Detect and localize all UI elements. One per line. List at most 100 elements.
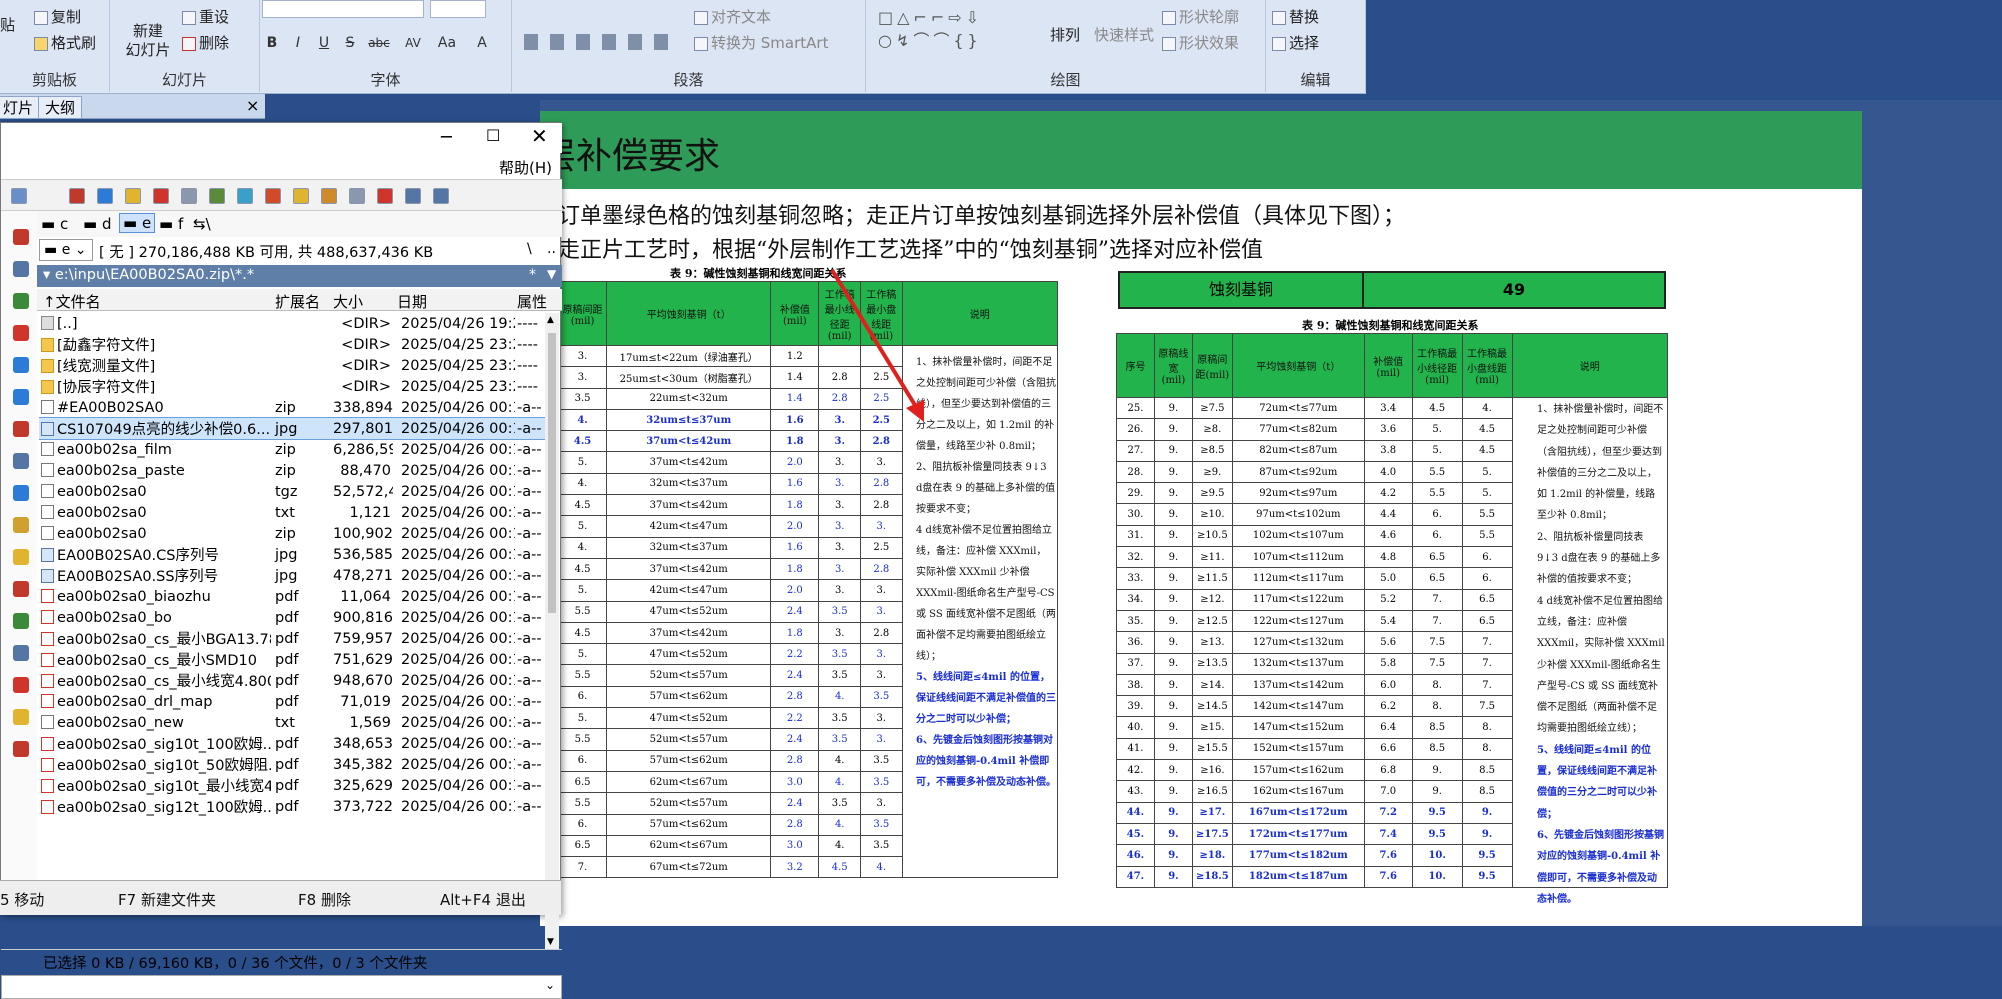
quick-launch-icon[interactable] [13,325,29,341]
quick-launch-icon[interactable] [13,357,29,373]
root-button[interactable]: \ [527,241,532,257]
toolbar-tool-icon[interactable] [321,188,337,204]
shape-effects-button[interactable]: 形状效果 [1162,32,1239,53]
current-path[interactable]: ▾ e:\inpu\EA00B02SA0.zip\*.* [43,267,254,283]
f6-move-button[interactable]: 5 移动 [0,889,44,910]
file-row[interactable]: ea00b02sa0_biaozhu pdf 11,064 2025/04/26 00… [39,586,545,607]
command-dropdown-icon[interactable]: ⌄ [545,978,555,992]
toolbar-tool-icon[interactable] [11,188,27,204]
align-buttons-icon[interactable] [524,34,674,50]
file-row[interactable]: ea00b02sa0_sig10t_最小线宽4 pdf 325,629 2025/04… [39,775,545,796]
path-filter[interactable]: * [529,267,536,283]
maximize-icon[interactable]: ☐ [486,126,500,145]
file-row[interactable]: ea00b02sa0zip 100,902 2025/04/26 00:18-a-- [39,523,545,544]
drive-network[interactable]: ⇆\ [193,215,211,233]
reset-button[interactable]: 重设 [182,6,229,27]
file-row[interactable]: [勐鑫字符文件] <DIR> 2025/04/25 23:26---- [39,334,545,355]
toolbar-tool-icon[interactable] [433,188,449,204]
quick-launch-icon[interactable] [13,485,29,501]
arrange-button[interactable]: 排列 [1050,24,1080,45]
file-row[interactable]: ea00b02sa0_sig10t_100欧姆... pdf 348,653 2025… [39,733,545,754]
file-row[interactable]: EA00B02SA0.SS序列号 jpg 478,271 2025/04/26 00:… [39,565,545,586]
copy-button[interactable]: 复制 [34,6,81,27]
col-date[interactable]: 日期 [397,291,427,312]
underline-button[interactable]: U [312,32,336,54]
italic-button[interactable]: I [286,32,310,54]
scroll-down-icon[interactable]: ▼ [547,937,554,947]
f8-delete-button[interactable]: F8 删除 [298,889,351,910]
file-row[interactable]: ea00b02sa0_sig12t_100欧姆... pdf 373,722 2025… [39,796,545,817]
exit-button[interactable]: Alt+F4 退出 [440,889,526,910]
file-row[interactable]: #EA00B02SA0zip 338,894 2025/04/26 00:16-a-… [39,397,545,418]
parent-button[interactable]: .. [547,241,556,257]
toolbar-tool-icon[interactable] [209,188,225,204]
col-size[interactable]: 大小 [333,291,363,312]
quick-launch-icon[interactable] [13,709,29,725]
file-row[interactable]: ea00b02sa0txt 1,121 2025/04/26 00:16-a-- [39,502,545,523]
bold-button[interactable]: B [260,32,284,54]
font-name-select[interactable] [262,0,424,18]
file-row[interactable]: CS107049点亮的线少补偿0.6... jpg 297,801 2025/04/2… [39,417,545,440]
quick-launch-icon[interactable] [13,581,29,597]
delete-slide-button[interactable]: 删除 [182,32,229,53]
shapes-gallery[interactable]: □△⌐⌐⇨⇩ ○↯⌒⌒{} [878,8,1028,50]
file-row[interactable]: ea00b02sa0_sig10t_50欧姆阻... pdf 345,382 2025… [39,754,545,775]
file-row[interactable]: [..] <DIR> 2025/04/26 19:22---- [39,313,545,334]
select-button[interactable]: 选择 [1272,32,1319,53]
new-slide-button[interactable]: 新建 幻灯片 [116,22,180,60]
file-row[interactable]: EA00B02SA0.CS序列号 jpg 536,585 2025/04/26 00:… [39,544,545,565]
path-dropdown-icon[interactable]: ▼ [547,267,556,281]
toolbar-tool-icon[interactable] [405,188,421,204]
paste-button-partial[interactable]: 贴 [0,14,15,35]
file-row[interactable]: [线宽测量文件] <DIR> 2025/04/25 23:20---- [39,355,545,376]
quick-launch-icon[interactable] [13,613,29,629]
tab-outline[interactable]: 大纲 [38,96,83,118]
red-arrow-icon[interactable] [820,260,940,430]
file-row[interactable]: [协辰字符文件] <DIR> 2025/04/25 23:26---- [39,376,545,397]
change-case-button[interactable]: Aa [432,32,462,54]
minimize-icon[interactable]: ─ [441,127,452,148]
shape-outline-button[interactable]: 形状轮廓 [1162,6,1239,27]
file-row[interactable]: ea00b02sa0_cs_最小SMD10 pdf 751,629 2025/04/2… [39,649,545,670]
shadow-button[interactable]: S [338,32,362,54]
close-icon[interactable]: ✕ [531,124,548,148]
toolbar-tool-icon[interactable] [237,188,253,204]
format-painter-button[interactable]: 格式刷 [34,32,96,53]
quick-launch-icon[interactable] [13,421,29,437]
slide-text-line-1[interactable]: 订单墨绿色格的蚀刻基铜忽略；走正片订单按蚀刻基铜选择外层补偿值（具体见下图）； [558,198,1405,230]
file-row[interactable]: ea00b02sa0_newtxt 1,569 2025/04/26 00:16-a… [39,712,545,733]
drive-d[interactable]: ▬ d [83,215,111,233]
file-list-scrollbar[interactable]: ▲ ▼ [545,313,559,949]
toolbar-tool-icon[interactable] [125,188,141,204]
slide-title[interactable]: 层补偿要求 [540,127,720,179]
scroll-up-icon[interactable]: ▲ [547,315,554,325]
font-size-select[interactable] [430,0,486,18]
char-spacing-button[interactable]: AV [398,32,428,54]
col-ext[interactable]: 扩展名 [275,291,320,312]
quick-launch-icon[interactable] [13,549,29,565]
drive-f[interactable]: ▬ f [159,215,183,233]
close-panel-icon[interactable]: × [246,96,259,115]
toolbar-tool-icon[interactable] [349,188,365,204]
col-filename[interactable]: ↑文件名 [43,291,101,312]
quick-launch-icon[interactable] [13,645,29,661]
quick-launch-icon[interactable] [13,293,29,309]
drive-c[interactable]: ▬ c [41,215,68,233]
file-row[interactable]: ea00b02sa_pastezip 88,470 2025/04/26 00:17… [39,460,545,481]
tab-slides[interactable]: 灯片 [0,96,41,118]
quick-launch-icon[interactable] [13,389,29,405]
drive-select[interactable]: ▬ e ⌄ [39,239,93,261]
file-row[interactable]: ea00b02sa0_cs_最小线宽4.800 pdf 948,670 2025/04… [39,670,545,691]
replace-button[interactable]: 替换 [1272,6,1319,27]
drive-e[interactable]: ▬ e [119,213,156,233]
quick-launch-icon[interactable] [13,261,29,277]
toolbar-tool-icon[interactable] [181,188,197,204]
convert-smartart-button[interactable]: 转换为 SmartArt [694,32,828,53]
font-color-button[interactable]: A [470,32,494,54]
quick-launch-icon[interactable] [13,453,29,469]
toolbar-tool-icon[interactable] [69,188,85,204]
command-line[interactable]: ⌄ [1,975,562,999]
quick-launch-icon[interactable] [13,229,29,245]
col-attr[interactable]: 属性 [517,291,547,312]
f7-new-folder-button[interactable]: F7 新建文件夹 [118,889,216,910]
